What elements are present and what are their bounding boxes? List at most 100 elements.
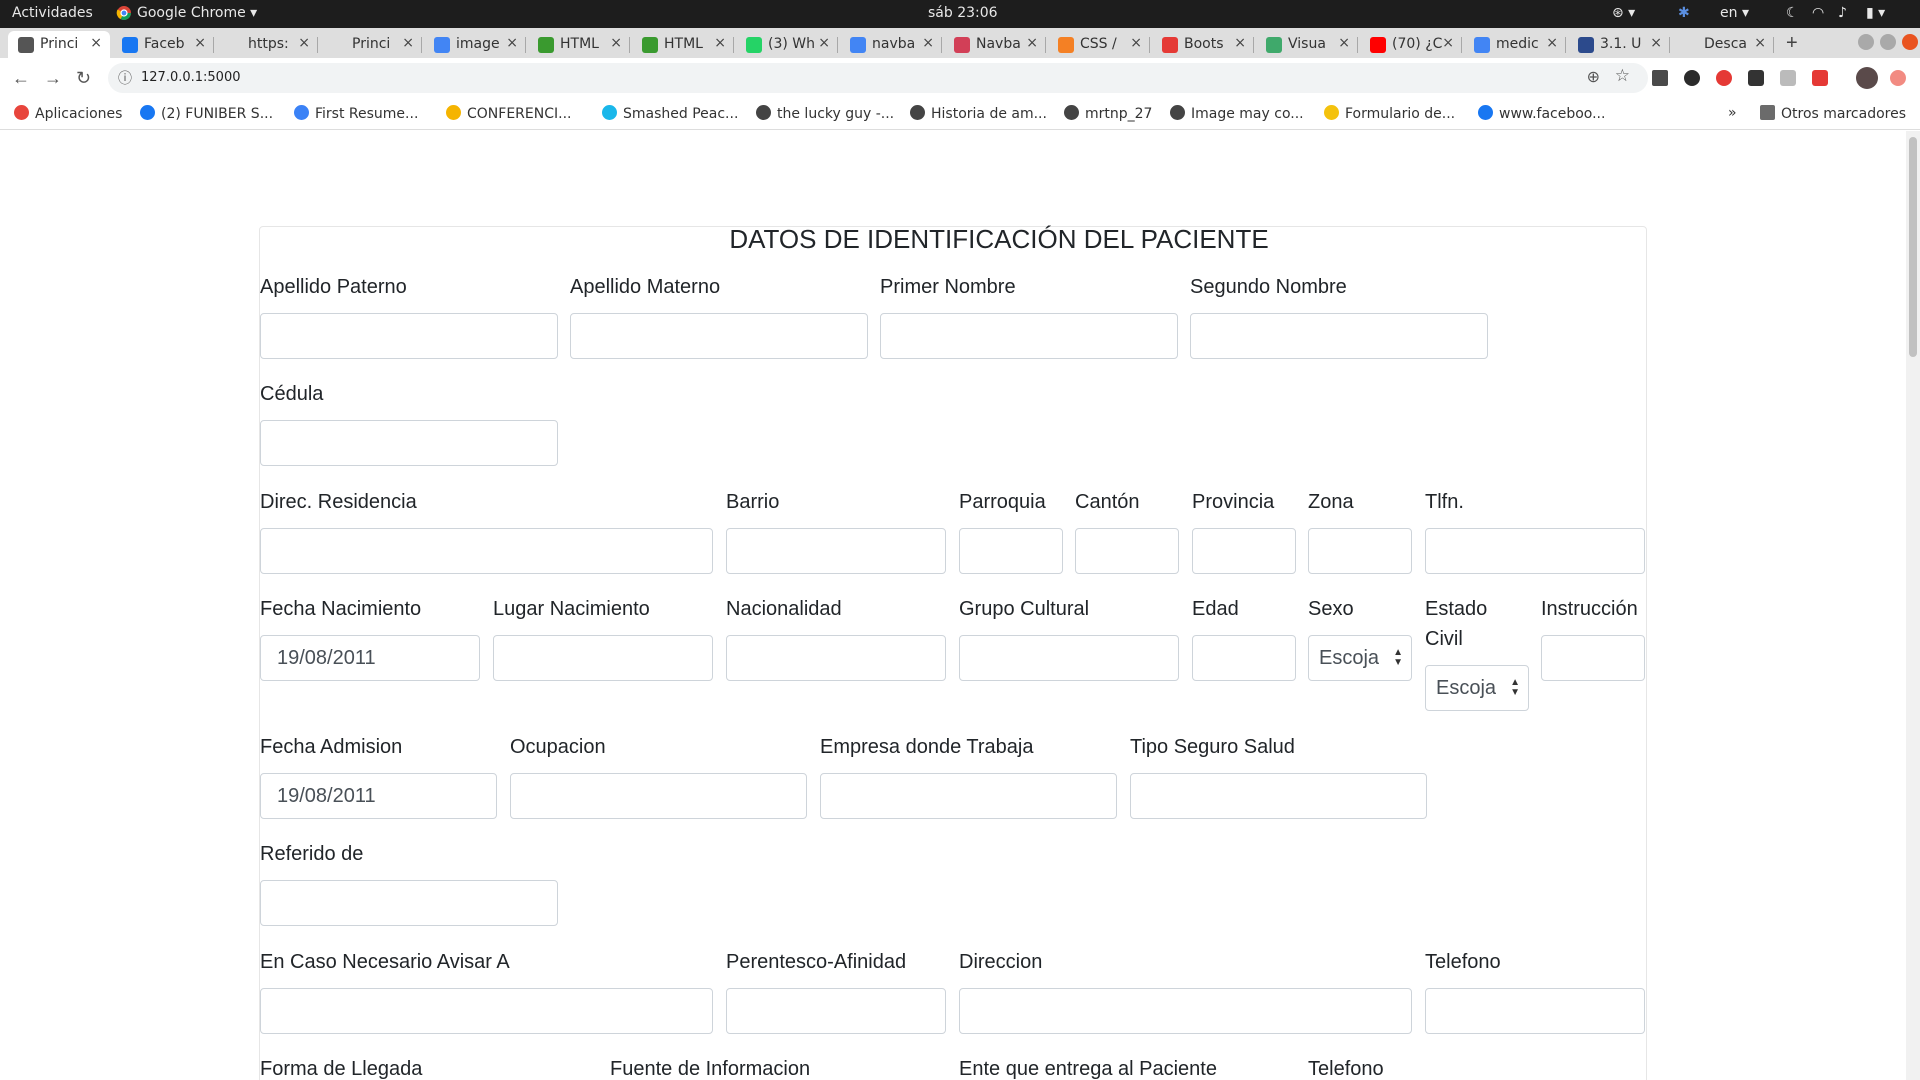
scrollbar-thumb[interactable] xyxy=(1909,137,1917,357)
forward-arrow-icon[interactable]: → xyxy=(44,68,62,89)
star-icon[interactable]: ☆ xyxy=(1615,66,1630,86)
instruccion-input[interactable] xyxy=(1541,635,1645,681)
tab-close-icon[interactable]: × xyxy=(1442,35,1454,51)
tab-10[interactable]: CSS / × xyxy=(1048,31,1150,58)
fecha-admision-input[interactable]: 19/08/2011 xyxy=(260,773,497,819)
sexo-select[interactable]: Escoja ▲ ▼ xyxy=(1308,635,1412,681)
tab-close-icon[interactable]: × xyxy=(90,35,102,51)
parentesco-input[interactable] xyxy=(726,988,946,1034)
tab-9[interactable]: Navba × xyxy=(944,31,1046,58)
info-icon[interactable]: ⓘ xyxy=(118,68,132,88)
window-close-button[interactable] xyxy=(1902,34,1918,50)
tab-close-icon[interactable]: × xyxy=(1338,35,1350,51)
zona-input[interactable] xyxy=(1308,528,1412,574)
battery-icon[interactable]: ▮ ▾ xyxy=(1866,5,1885,21)
tab-close-icon[interactable]: × xyxy=(194,35,206,51)
reload-icon[interactable]: ↻ xyxy=(76,68,91,89)
avisar-a-input[interactable] xyxy=(260,988,713,1034)
segundo-nombre-input[interactable] xyxy=(1190,313,1488,359)
tab-close-icon[interactable]: × xyxy=(1130,35,1142,51)
referido-de-input[interactable] xyxy=(260,880,558,926)
menu-icon[interactable] xyxy=(1890,70,1906,86)
tab-close-icon[interactable]: × xyxy=(1234,35,1246,51)
tab-close-icon[interactable]: × xyxy=(298,35,310,51)
tab-3[interactable]: Princi × xyxy=(320,31,422,58)
tab-close-icon[interactable]: × xyxy=(1546,35,1558,51)
canton-input[interactable] xyxy=(1075,528,1179,574)
tab-close-icon[interactable]: × xyxy=(506,35,518,51)
bookmark-item[interactable]: www.faceboo... xyxy=(1478,105,1605,122)
clock[interactable]: sáb 23:06 xyxy=(928,5,998,21)
bookmark-item[interactable]: (2) FUNIBER S... xyxy=(140,105,273,122)
direccion-input[interactable] xyxy=(959,988,1412,1034)
telefono-input[interactable] xyxy=(1425,988,1645,1034)
nacionalidad-input[interactable] xyxy=(726,635,946,681)
tab-14[interactable]: medic × xyxy=(1464,31,1566,58)
tab-13[interactable]: (70) ¿C × xyxy=(1360,31,1462,58)
primer-nombre-input[interactable] xyxy=(880,313,1178,359)
tab-8[interactable]: navba × xyxy=(840,31,942,58)
cedula-input[interactable] xyxy=(260,420,558,466)
extension-icon[interactable] xyxy=(1748,70,1764,86)
tab-close-icon[interactable]: × xyxy=(1754,35,1766,51)
bookmark-item[interactable]: Image may co... xyxy=(1170,105,1304,122)
tab-12[interactable]: Visua × xyxy=(1256,31,1358,58)
facebook-ext-icon[interactable] xyxy=(1652,70,1668,86)
fecha-nacimiento-input[interactable]: 19/08/2011 xyxy=(260,635,480,681)
bookmark-item[interactable]: Formulario de... xyxy=(1324,105,1455,122)
minimize-button[interactable] xyxy=(1858,34,1874,50)
avatar[interactable] xyxy=(1856,67,1878,89)
tab-7[interactable]: (3) Wh × xyxy=(736,31,838,58)
app-menu[interactable]: Google Chrome ▾ xyxy=(137,5,257,21)
accessibility-icon[interactable]: ⊛ ▾ xyxy=(1612,5,1635,21)
lugar-nacimiento-input[interactable] xyxy=(493,635,713,681)
bookmark-item[interactable]: First Resume... xyxy=(294,105,418,122)
tab-close-icon[interactable]: × xyxy=(1650,35,1662,51)
empresa-input[interactable] xyxy=(820,773,1117,819)
tab-1[interactable]: Faceb × xyxy=(112,31,214,58)
tab-close-icon[interactable]: × xyxy=(714,35,726,51)
other-bookmarks-folder[interactable]: Otros marcadores xyxy=(1760,105,1906,122)
bookmark-item[interactable]: Aplicaciones xyxy=(14,105,122,122)
direc-residencia-input[interactable] xyxy=(260,528,713,574)
tab-close-icon[interactable]: × xyxy=(1026,35,1038,51)
tab-16[interactable]: Desca × xyxy=(1672,31,1774,58)
tipo-seguro-input[interactable] xyxy=(1130,773,1427,819)
adblock-icon[interactable] xyxy=(1716,70,1732,86)
activities-button[interactable]: Actividades xyxy=(12,5,93,21)
tlfn-input[interactable] xyxy=(1425,528,1645,574)
tab-close-icon[interactable]: × xyxy=(402,35,414,51)
bookmark-item[interactable]: mrtnp_27 xyxy=(1064,105,1152,122)
grupo-cultural-input[interactable] xyxy=(959,635,1179,681)
tab-15[interactable]: 3.1. U × xyxy=(1568,31,1670,58)
tab-4[interactable]: image × xyxy=(424,31,526,58)
tab-5[interactable]: HTML × xyxy=(528,31,630,58)
page-scrollbar[interactable] xyxy=(1906,131,1920,1080)
np-extension-icon[interactable] xyxy=(1780,70,1796,86)
tab-close-icon[interactable]: × xyxy=(818,35,830,51)
parroquia-input[interactable] xyxy=(959,528,1063,574)
bluetooth-icon[interactable]: ✱ xyxy=(1678,5,1690,21)
edad-input[interactable] xyxy=(1192,635,1296,681)
back-arrow-icon[interactable]: ← xyxy=(12,68,30,89)
more-bookmarks-button[interactable]: » xyxy=(1728,105,1737,121)
bookmark-item[interactable]: Historia de am... xyxy=(910,105,1047,122)
bookmark-item[interactable]: Smashed Peac... xyxy=(602,105,738,122)
barrio-input[interactable] xyxy=(726,528,946,574)
provincia-input[interactable] xyxy=(1192,528,1296,574)
tab-0[interactable]: Princi × xyxy=(8,31,110,58)
apellido-paterno-input[interactable] xyxy=(260,313,558,359)
extension-icon[interactable] xyxy=(1684,70,1700,86)
tab-6[interactable]: HTML × xyxy=(632,31,734,58)
address-bar[interactable]: ⓘ 127.0.0.1:5000 ⊕ ☆ xyxy=(108,63,1648,93)
estado-civil-select[interactable]: Escoja ▲ ▼ xyxy=(1425,665,1529,711)
bookmark-item[interactable]: the lucky guy -... xyxy=(756,105,894,122)
maximize-button[interactable] xyxy=(1880,34,1896,50)
extension-icon[interactable] xyxy=(1812,70,1828,86)
tab-11[interactable]: Boots × xyxy=(1152,31,1254,58)
ocupacion-input[interactable] xyxy=(510,773,807,819)
language-indicator[interactable]: en ▾ xyxy=(1720,5,1749,21)
new-tab-button[interactable]: + xyxy=(1786,32,1798,55)
tab-close-icon[interactable]: × xyxy=(610,35,622,51)
tab-close-icon[interactable]: × xyxy=(922,35,934,51)
